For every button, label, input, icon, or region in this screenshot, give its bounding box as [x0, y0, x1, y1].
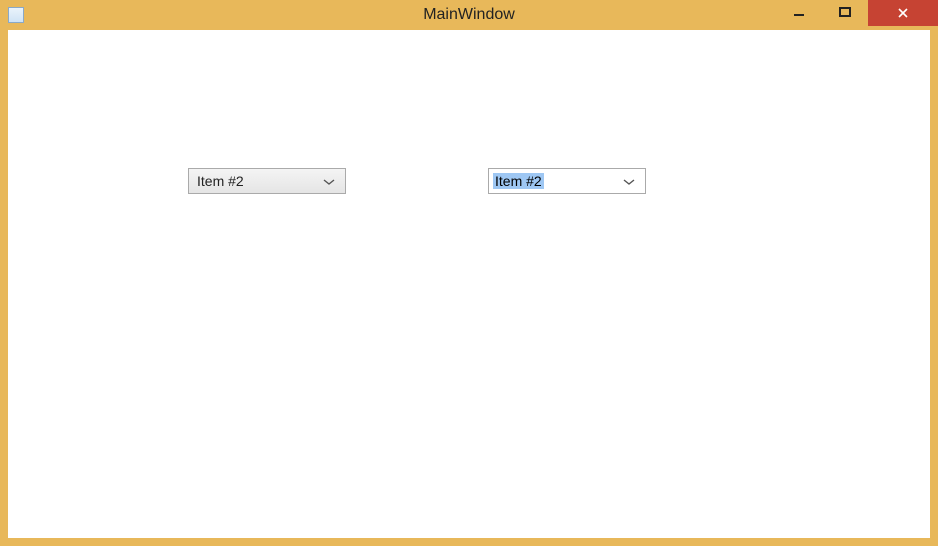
combobox-editable-value[interactable]: Item #2 — [493, 173, 544, 189]
chevron-down-icon — [323, 173, 335, 189]
app-icon — [8, 7, 24, 23]
window-controls — [776, 0, 938, 30]
maximize-button[interactable] — [822, 0, 868, 24]
minimize-button[interactable] — [776, 0, 822, 24]
client-area: Item #2 Item #2 — [8, 38, 930, 538]
close-icon — [897, 7, 909, 19]
combobox-readonly-value: Item #2 — [197, 173, 244, 189]
chevron-down-icon — [623, 173, 635, 189]
titlebar[interactable]: MainWindow — [0, 0, 938, 30]
maximize-icon — [839, 6, 851, 18]
combobox-editable[interactable]: Item #2 — [488, 168, 646, 194]
combobox-readonly[interactable]: Item #2 — [188, 168, 346, 194]
close-button[interactable] — [868, 0, 938, 26]
minimize-icon — [793, 6, 805, 18]
window-frame: MainWindow Item #2 Item #2 — [0, 0, 938, 546]
